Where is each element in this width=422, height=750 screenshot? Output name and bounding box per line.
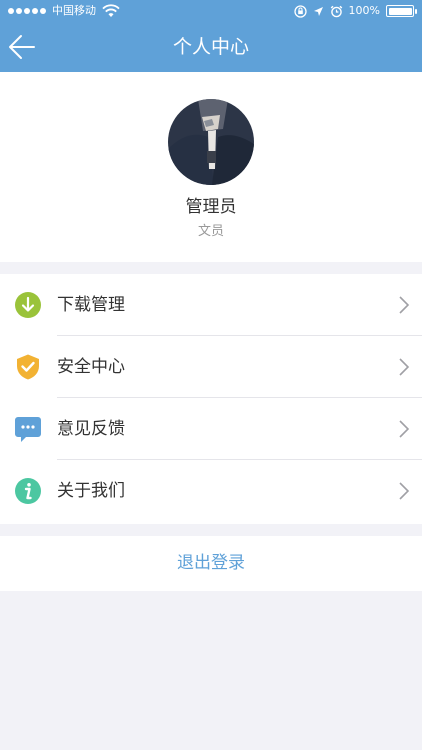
nav-bar: 个人中心 (0, 22, 422, 72)
download-icon (15, 292, 41, 318)
alarm-icon (330, 5, 342, 17)
chevron-right-icon (399, 420, 410, 438)
signal-dots-icon (8, 8, 46, 14)
logout-button[interactable]: 退出登录 (0, 536, 422, 591)
menu-item-security[interactable]: 安全中心 (0, 336, 422, 398)
chevron-right-icon (399, 358, 410, 376)
chevron-right-icon (399, 296, 410, 314)
orientation-lock-icon (293, 4, 307, 18)
menu-item-about[interactable]: 关于我们 (0, 460, 422, 522)
info-icon (15, 478, 41, 504)
menu-list: 下载管理 安全中心 意见反馈 关于我们 (0, 274, 422, 524)
wifi-icon (102, 4, 120, 17)
top-bar: 中国移动 100% 个人中心 (0, 0, 422, 72)
user-name: 管理员 (185, 197, 237, 217)
battery-percent: 100% (348, 4, 380, 17)
avatar-photo (168, 99, 254, 185)
carrier-label: 中国移动 (52, 4, 96, 17)
menu-item-label: 意见反馈 (57, 419, 125, 439)
profile-card: 管理员 文员 (0, 72, 422, 262)
status-right: 100% (293, 0, 417, 22)
battery-icon (386, 5, 417, 17)
status-bar: 中国移动 100% (0, 0, 422, 22)
user-role: 文员 (197, 224, 224, 239)
shield-check-icon (17, 354, 39, 380)
menu-item-download[interactable]: 下载管理 (0, 274, 422, 336)
page-title: 个人中心 (172, 36, 249, 58)
status-left: 中国移动 (8, 0, 120, 22)
menu-item-label: 关于我们 (57, 481, 125, 501)
menu-item-label: 下载管理 (57, 295, 125, 315)
chat-bubble-icon (15, 417, 41, 442)
menu-item-feedback[interactable]: 意见反馈 (0, 398, 422, 460)
location-icon (313, 6, 323, 16)
menu-item-label: 安全中心 (57, 357, 125, 377)
avatar[interactable] (168, 99, 254, 185)
chevron-right-icon (399, 482, 410, 500)
